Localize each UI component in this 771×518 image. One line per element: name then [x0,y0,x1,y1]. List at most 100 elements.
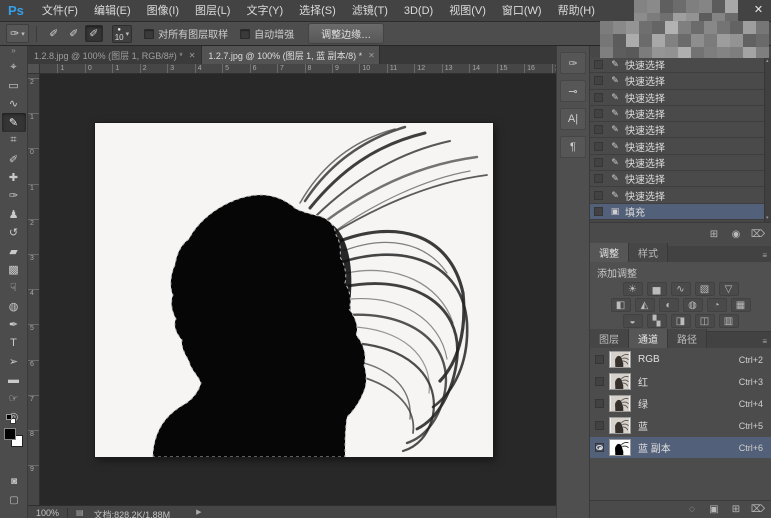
channel-row[interactable]: RGB Ctrl+2 [590,349,771,370]
history-source-checkbox[interactable] [594,109,603,118]
menu-item[interactable]: 3D(D) [396,0,441,22]
selection-mode-button[interactable]: ✐ [65,25,83,42]
tab-styles[interactable]: 样式 [629,243,668,262]
menu-item[interactable]: 文件(F) [34,0,86,22]
channel-visibility-well[interactable] [595,443,604,452]
tool-preset-picker[interactable]: ✑ ▾ [6,24,29,43]
close-tab-icon[interactable]: ✕ [189,51,196,60]
channel-footer-icon[interactable]: ▣ [705,504,723,515]
history-state-row[interactable]: ✎ 快速选择 [590,155,764,171]
adjustment-icon[interactable]: ◫ [695,314,715,328]
tool-button[interactable]: ✚ [2,168,26,186]
collapsed-panel-icon[interactable]: ⊸ [560,80,586,102]
history-source-checkbox[interactable] [594,142,603,151]
tool-button[interactable]: ▩ [2,260,26,278]
sample-all-layers-checkbox[interactable] [144,29,154,39]
adjustment-icon[interactable]: ▦ [731,298,751,312]
tool-button[interactable]: ➢ [2,352,26,370]
channel-footer-icon[interactable]: ◌ [683,504,701,515]
foreground-color-swatch[interactable] [4,428,16,440]
channel-row[interactable]: 蓝 Ctrl+5 [590,415,771,436]
screen-mode-icon[interactable]: ▢ [0,495,28,506]
scroll-up-icon[interactable]: ▴ [766,58,769,64]
document-tab[interactable]: 1.2.8.jpg @ 100% (图层 1, RGB/8#) * ✕ [28,46,202,64]
adjustment-icon[interactable]: ∿ [671,282,691,296]
channel-row[interactable]: 绿 Ctrl+4 [590,393,771,414]
adjustment-icon[interactable]: ▧ [695,282,715,296]
menu-item[interactable]: 图层(L) [187,0,238,22]
adjustment-icon[interactable]: ◐ [659,298,679,312]
history-footer-icon[interactable]: ⊞ [705,229,723,240]
menu-item[interactable]: 视图(V) [441,0,494,22]
tool-button[interactable]: ✎ [2,113,26,131]
channel-visibility-well[interactable] [595,377,604,386]
history-footer-icon[interactable]: ◉ [727,229,745,240]
tab-channels[interactable]: 通道 [629,329,668,348]
channel-row[interactable]: 蓝 副本 Ctrl+6 [590,437,771,458]
history-state-row[interactable]: ✎ 快速选择 [590,73,764,89]
close-tab-icon[interactable]: ✕ [368,51,375,60]
selection-mode-button[interactable]: ✐ [85,25,103,42]
tab-adjustments[interactable]: 调整 [590,243,629,262]
canvas-image[interactable] [95,123,493,457]
adjustment-icon[interactable]: ◨ [671,314,691,328]
tool-button[interactable]: ♟ [2,205,26,223]
status-menu-arrow-icon[interactable]: ▶ [196,508,201,516]
history-state-row[interactable]: ✎ 快速选择 [590,187,764,203]
adjustment-icon[interactable]: ▽ [719,282,739,296]
scroll-down-icon[interactable]: ▾ [766,215,769,221]
history-source-checkbox[interactable] [594,93,603,102]
history-state-row[interactable]: ✎ 快速选择 [590,106,764,122]
collapsed-panel-icon[interactable]: ✑ [560,52,586,74]
adjustment-icon[interactable]: ▚ [647,314,667,328]
toolbar-collapse-icon[interactable]: » [0,46,27,58]
tool-button[interactable]: ✑ [2,187,26,205]
tool-button[interactable]: ◍ [2,297,26,315]
history-state-row[interactable]: ✎ 快速选择 [590,171,764,187]
history-source-checkbox[interactable] [594,76,603,85]
menu-item[interactable]: 图像(I) [139,0,187,22]
auto-enhance-option[interactable]: 自动增强 [240,26,294,41]
menu-item[interactable]: 编辑(E) [86,0,139,22]
menu-item[interactable]: 滤镜(T) [344,0,396,22]
tool-button[interactable]: ✒ [2,315,26,333]
menu-item[interactable]: 窗口(W) [494,0,550,22]
channel-footer-icon[interactable]: ⊞ [727,504,745,515]
history-state-row[interactable]: ✎ 快速选择 [590,90,764,106]
history-scrollbar[interactable]: ▴ ▾ [764,57,771,222]
channel-visibility-well[interactable] [595,399,604,408]
adjustment-icon[interactable]: ◔ [707,298,727,312]
history-source-checkbox[interactable] [594,207,603,216]
tool-button[interactable]: ☟ [2,279,26,297]
foreground-background-swatches[interactable] [4,428,24,448]
tool-button[interactable]: ▰ [2,242,26,260]
history-source-checkbox[interactable] [594,174,603,183]
tool-button[interactable]: T [2,334,26,352]
adjustment-icon[interactable]: ▅ [647,282,667,296]
tab-paths[interactable]: 路径 [668,329,707,348]
adjustment-icon[interactable]: ◍ [683,298,703,312]
channel-footer-icon[interactable]: ⌦ [749,504,767,515]
history-footer-icon[interactable]: ⌦ [749,229,767,240]
adjustment-icon[interactable]: ◧ [611,298,631,312]
history-state-row[interactable]: ✎ 快速选择 [590,122,764,138]
history-state-row[interactable]: ▣ 填充 [590,204,764,220]
close-icon[interactable]: ✕ [750,3,767,18]
channel-visibility-well[interactable] [595,421,604,430]
tool-button[interactable]: ⌗ [2,132,26,150]
history-state-row[interactable]: ✎ 快速选择 [590,57,764,73]
document-tab-active[interactable]: 1.2.7.jpg @ 100% (图层 1, 蓝 副本/8) * ✕ [202,46,380,64]
tool-button[interactable]: ↺ [2,224,26,242]
menu-item[interactable]: 帮助(H) [550,0,603,22]
menu-item[interactable]: 选择(S) [291,0,344,22]
menu-item[interactable]: 文字(Y) [238,0,291,22]
brush-size-picker[interactable]: ● 10 ▾ [112,25,132,43]
panel-menu-icon[interactable]: ≡ [762,337,767,348]
adjustment-icon[interactable]: ▥ [719,314,739,328]
channel-visibility-well[interactable] [595,355,604,364]
tool-button[interactable]: ▭ [2,76,26,94]
history-source-checkbox[interactable] [594,191,603,200]
sample-all-layers-option[interactable]: 对所有图层取样 [144,26,228,41]
tool-button[interactable]: ▬ [2,371,26,389]
history-state-row[interactable]: ✎ 快速选择 [590,138,764,154]
